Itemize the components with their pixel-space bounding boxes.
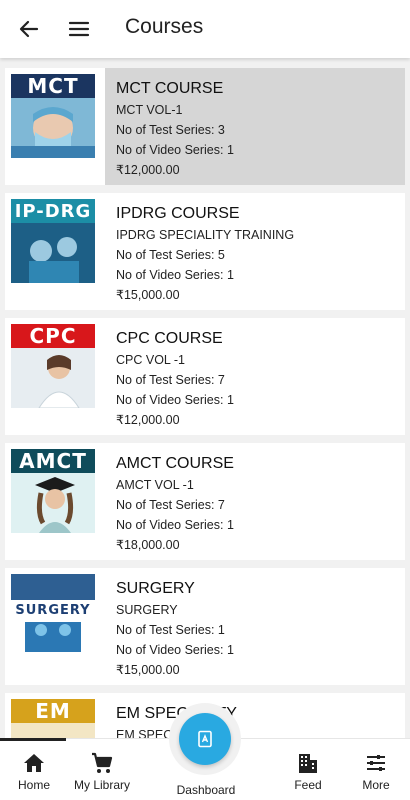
course-photo: [11, 723, 95, 738]
course-card-amct[interactable]: AMCT AMCT COURSE AMCT VOL -1 No of Test …: [5, 443, 405, 560]
test-series-count: No of Test Series: 3: [116, 123, 225, 137]
nav-home-label: Home: [17, 778, 50, 792]
thumbnail-badge: MCT: [11, 74, 95, 98]
course-info: AMCT COURSE AMCT VOL -1 No of Test Serie…: [105, 443, 405, 560]
course-name: SURGERY: [116, 580, 195, 597]
thumbnail-badge: CPC: [11, 324, 95, 348]
thumbnail-badge: AMCT: [11, 449, 95, 473]
course-name: MCT COURSE: [116, 80, 224, 97]
arrow-left-icon[interactable]: [17, 17, 41, 41]
cart-icon: [92, 752, 113, 773]
course-thumbnail: CPC: [11, 324, 95, 408]
course-name: EM SPECIALITY: [116, 705, 237, 722]
sliders-icon: [367, 755, 385, 771]
course-price: ₹12,000.00: [116, 413, 180, 427]
book-icon: [198, 730, 212, 748]
building-icon: [299, 754, 317, 773]
course-name: CPC COURSE: [116, 330, 223, 347]
course-list: MCT MCT COURSE MCT VOL-1 No of Test Seri…: [0, 58, 410, 738]
nav-feed-label: Feed: [294, 778, 322, 792]
test-series-count: No of Test Series: 7: [116, 373, 225, 387]
nav-home[interactable]: Home: [14, 739, 54, 800]
dashboard-fab-button[interactable]: [179, 713, 231, 765]
thumbnail-badge: SURGERY: [15, 602, 91, 618]
nav-my-library-label: My Library: [73, 778, 130, 792]
thumbnail-badge: IP-DRG: [11, 199, 95, 223]
course-subtitle: MCT VOL-1: [116, 103, 183, 117]
course-price: ₹18,000.00: [116, 538, 180, 552]
video-series-count: No of Video Series: 1: [116, 143, 234, 157]
course-subtitle: AMCT VOL -1: [116, 478, 194, 492]
nav-more-label: More: [362, 778, 390, 792]
course-name: AMCT COURSE: [116, 455, 234, 472]
course-price: ₹15,000.00: [116, 663, 180, 677]
course-thumbnail: MCT: [11, 74, 95, 158]
course-subtitle: SURGERY: [116, 603, 178, 617]
hamburger-menu-icon[interactable]: [67, 17, 91, 41]
course-card-cpc[interactable]: CPC CPC COURSE CPC VOL -1 No of Test Ser…: [5, 318, 405, 435]
nav-feed[interactable]: Feed: [288, 739, 328, 800]
course-thumbnail: SURGERY: [11, 574, 95, 658]
course-thumbnail: AMCT: [11, 449, 95, 533]
video-series-count: No of Video Series: 1: [116, 393, 234, 407]
nav-dashboard-label: Dashboard: [176, 783, 236, 797]
course-photo: [11, 473, 95, 533]
test-series-count: No of Test Series: 1: [116, 623, 225, 637]
course-thumbnail: IP-DRG: [11, 199, 95, 283]
course-photo: [11, 223, 95, 283]
course-photo: [11, 348, 95, 408]
course-subtitle: IPDRG SPECIALITY TRAINING: [116, 228, 295, 242]
course-card-ipdrg[interactable]: IP-DRG IPDRG COURSE IPDRG SPECIALITY TRA…: [5, 193, 405, 310]
video-series-count: No of Video Series: 1: [116, 518, 234, 532]
course-name: IPDRG COURSE: [116, 205, 240, 222]
video-series-count: No of Video Series: 1: [116, 268, 234, 282]
course-info: EM SPECIALITY EM SPECIALITY: [105, 693, 405, 738]
course-thumbnail: EM: [11, 699, 95, 738]
test-series-count: No of Test Series: 5: [116, 248, 225, 262]
course-card-surgery[interactable]: SURGERY SURGERY SURGERY No of Test Serie…: [5, 568, 405, 685]
course-photo: [11, 98, 95, 158]
test-series-count: No of Test Series: 7: [116, 498, 225, 512]
active-tab-indicator: [0, 738, 66, 741]
thumbnail-badge: EM: [11, 699, 95, 723]
course-card-mct[interactable]: MCT MCT COURSE MCT VOL-1 No of Test Seri…: [5, 68, 405, 185]
course-subtitle: CPC VOL -1: [116, 353, 186, 367]
page-title: Courses: [125, 15, 204, 38]
home-icon: [24, 754, 44, 772]
course-info: CPC COURSE CPC VOL -1 No of Test Series:…: [105, 318, 405, 435]
app-bar: Courses: [0, 0, 410, 58]
nav-my-library[interactable]: My Library: [72, 739, 132, 800]
course-subtitle: EM SPECIALITY: [116, 728, 211, 738]
course-info: SURGERY SURGERY No of Test Series: 1 No …: [105, 568, 405, 685]
course-price: ₹15,000.00: [116, 288, 180, 302]
nav-more[interactable]: More: [356, 739, 396, 800]
course-info: MCT COURSE MCT VOL-1 No of Test Series: …: [105, 68, 405, 185]
course-info: IPDRG COURSE IPDRG SPECIALITY TRAINING N…: [105, 193, 405, 310]
video-series-count: No of Video Series: 1: [116, 643, 234, 657]
course-price: ₹12,000.00: [116, 163, 180, 177]
